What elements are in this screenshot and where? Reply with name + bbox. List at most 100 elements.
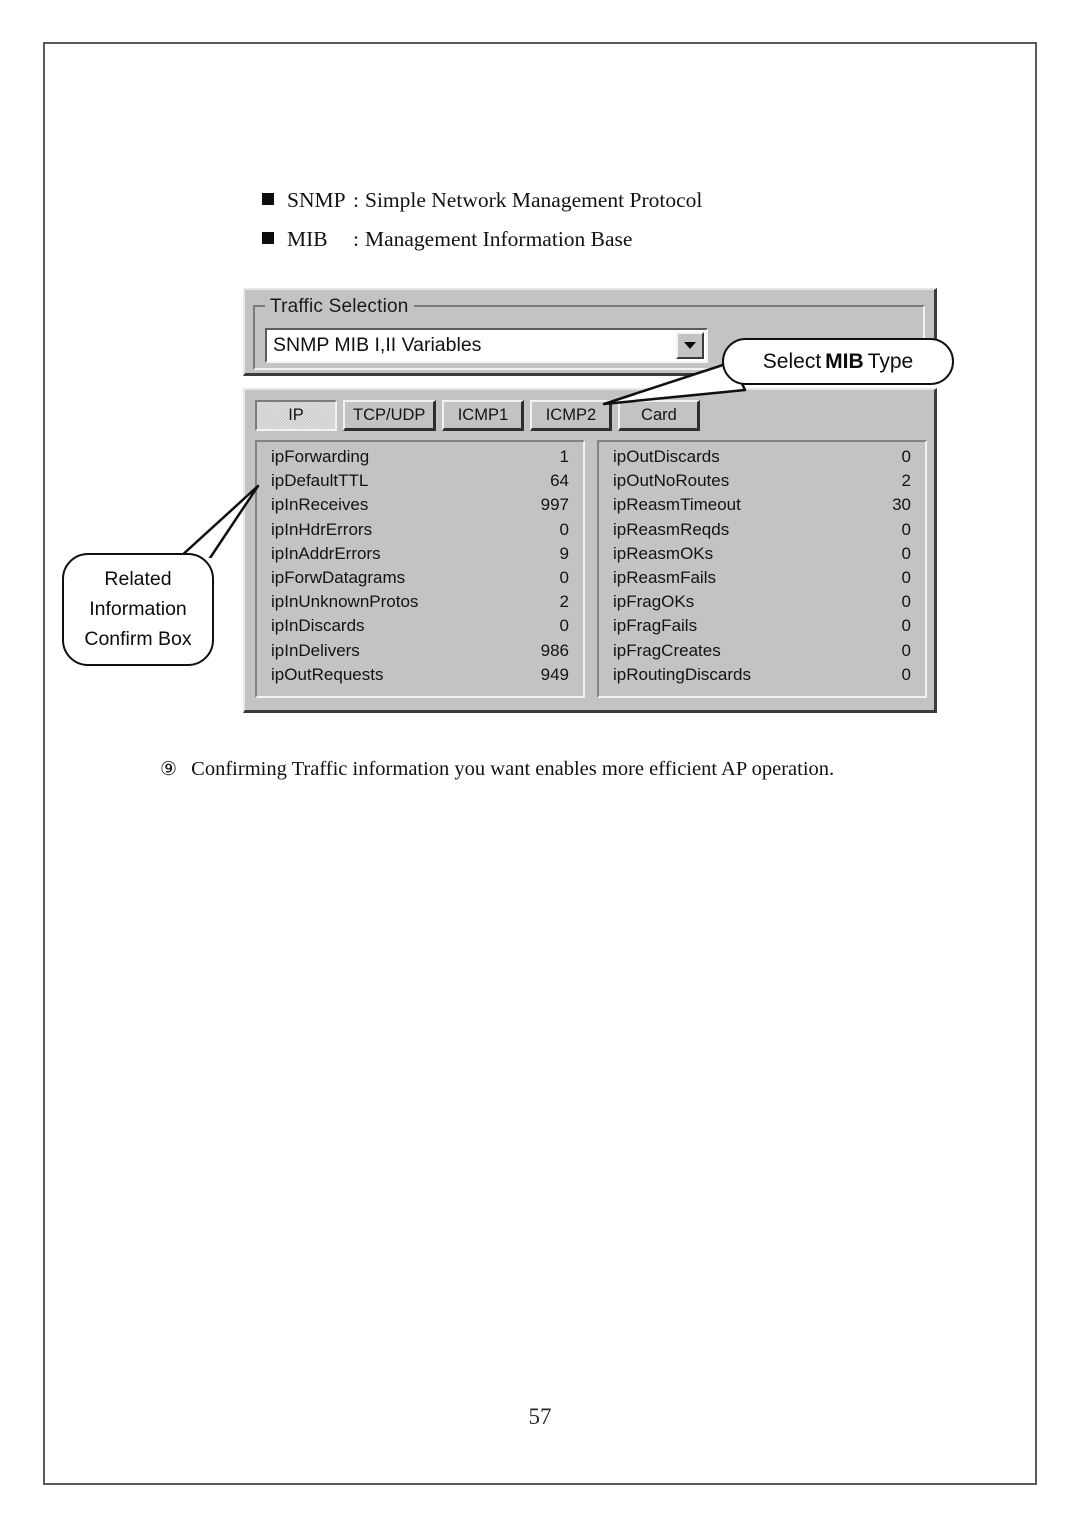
table-row: ipOutDiscards 0 [613, 448, 911, 472]
callout-emphasis: MIB [825, 349, 864, 373]
mib-variable-name: ipForwDatagrams [271, 567, 406, 587]
mib-variable-name: ipReasmReqds [613, 519, 730, 539]
table-row: ipForwarding 1 [271, 448, 569, 472]
definition-text: Simple Network Management Protocol [364, 188, 703, 212]
tab-label: ICMP1 [457, 405, 509, 424]
mib-variable-name: ipOutDiscards [613, 447, 720, 466]
mib-variable-name: ipInDelivers [271, 640, 360, 660]
table-row: ipReasmFails 0 [613, 569, 911, 593]
table-row: ipReasmOKs 0 [613, 545, 911, 569]
mib-variable-value: 1 [559, 447, 569, 466]
step-number-marker: ⑨ [160, 758, 178, 780]
mib-type-combobox[interactable]: SNMP MIB I,II Variables [265, 328, 708, 363]
definition-text: Management Information Base [364, 227, 633, 251]
mib-variable-value: 2 [559, 592, 569, 612]
step-caption-text: Confirming Traffic information you want … [191, 758, 835, 780]
square-bullet-icon [262, 193, 274, 205]
tab-ip[interactable]: IP [255, 400, 337, 431]
table-row: ipOutNoRoutes 2 [613, 472, 911, 496]
tab-label: IP [288, 406, 304, 424]
table-row: ipInDiscards 0 [271, 617, 569, 641]
groupbox-title: Traffic Selection [265, 296, 414, 318]
mib-variable-value: 0 [901, 592, 911, 612]
mib-variable-value: 0 [901, 664, 911, 684]
mib-variable-name: ipRoutingDiscards [613, 664, 751, 684]
mib-variable-name: ipInReceives [271, 495, 369, 515]
table-row: ipFragOKs 0 [613, 593, 911, 617]
related-info-callout: Related Information Confirm Box [62, 553, 214, 666]
mib-variable-value: 0 [901, 640, 911, 660]
page-number: 57 [528, 1404, 552, 1429]
definition-list: SNMP : Simple Network Management Protoco… [262, 188, 922, 266]
term-label: SNMP [287, 188, 346, 212]
mib-variable-value: 949 [540, 664, 569, 684]
mib-variable-value: 0 [559, 616, 569, 636]
term-separator: : [353, 227, 359, 251]
mib-variable-value: 0 [901, 567, 911, 587]
table-row: ipInAddrErrors 9 [271, 545, 569, 569]
list-item: MIB : Management Information Base [262, 227, 922, 252]
mib-tabstrip: IP TCP/UDP ICMP1 ICMP2 Card [255, 400, 701, 431]
mib-list-right[interactable]: ipOutDiscards 0 ipOutNoRoutes 2 ipReasmT… [597, 440, 927, 698]
mib-variable-name: ipDefaultTTL [271, 471, 369, 491]
tab-icmp2[interactable]: ICMP2 [530, 400, 613, 431]
table-row: ipFragCreates 0 [613, 642, 911, 666]
mib-variable-name: ipInUnknownProtos [271, 592, 419, 612]
mib-variable-name: ipFragCreates [613, 640, 721, 660]
select-mib-type-callout: Select MIB Type [722, 338, 954, 385]
table-row: ipDefaultTTL 64 [271, 472, 569, 496]
mib-variable-name: ipReasmTimeout [613, 495, 741, 515]
term-label: MIB [287, 227, 328, 251]
tab-label: TCP/UDP [353, 405, 426, 424]
table-row: ipForwDatagrams 0 [271, 569, 569, 593]
mib-variable-value: 0 [901, 543, 911, 563]
term-separator: : [353, 188, 359, 212]
callout-line-2: Information [89, 598, 187, 620]
mib-variable-name: ipReasmFails [613, 567, 716, 587]
mib-variable-name: ipFragFails [613, 616, 698, 636]
callout-line-3: Confirm Box [84, 628, 192, 650]
chevron-down-glyph [684, 342, 696, 349]
tab-label: ICMP2 [545, 405, 597, 424]
mib-variable-value: 0 [559, 567, 569, 587]
mib-variable-value: 64 [550, 471, 569, 491]
table-row: ipInHdrErrors 0 [271, 521, 569, 545]
chevron-down-icon[interactable] [676, 332, 704, 359]
mib-variable-value: 0 [559, 519, 569, 539]
mib-variable-value: 9 [559, 543, 569, 563]
mib-variable-name: ipInHdrErrors [271, 519, 373, 539]
table-row: ipRoutingDiscards 0 [613, 666, 911, 690]
mib-variable-value: 0 [901, 447, 911, 466]
mib-variable-value: 986 [540, 640, 569, 660]
tab-icmp1[interactable]: ICMP1 [442, 400, 525, 431]
table-row: ipReasmTimeout 30 [613, 496, 911, 520]
mib-variable-value: 997 [540, 495, 569, 515]
tab-label: Card [641, 405, 677, 424]
mib-variable-value: 2 [901, 471, 911, 491]
mib-variable-name: ipForwarding [271, 447, 370, 466]
callout-balloon: Related Information Confirm Box [62, 553, 214, 666]
mib-variable-value: 0 [901, 519, 911, 539]
table-row: ipInDelivers 986 [271, 642, 569, 666]
mib-list-left[interactable]: ipForwarding 1 ipDefaultTTL 64 ipInRecei… [255, 440, 585, 698]
mib-variable-name: ipOutRequests [271, 664, 384, 684]
mib-variable-value: 30 [892, 495, 911, 515]
tab-tcp-udp[interactable]: TCP/UDP [343, 400, 437, 431]
table-row: ipOutRequests 949 [271, 666, 569, 690]
mib-variable-name: ipInAddrErrors [271, 543, 381, 563]
list-item: SNMP : Simple Network Management Protoco… [262, 188, 922, 213]
table-row: ipInReceives 997 [271, 496, 569, 520]
mib-variable-value: 0 [901, 616, 911, 636]
square-bullet-icon [262, 232, 274, 244]
mib-variable-name: ipReasmOKs [613, 543, 714, 563]
mib-variables-panel: IP TCP/UDP ICMP1 ICMP2 Card ipForwarding… [243, 388, 937, 713]
mib-variable-name: ipOutNoRoutes [613, 471, 730, 491]
callout-suffix: Type [867, 349, 914, 373]
table-row: ipInUnknownProtos 2 [271, 593, 569, 617]
tab-card[interactable]: Card [618, 400, 701, 431]
combobox-selected-value: SNMP MIB I,II Variables [273, 334, 482, 356]
step-caption: ⑨ Confirming Traffic information you wan… [160, 758, 950, 781]
mib-variable-name: ipFragOKs [613, 592, 695, 612]
callout-balloon: Select MIB Type [722, 338, 954, 385]
table-row: ipReasmReqds 0 [613, 521, 911, 545]
